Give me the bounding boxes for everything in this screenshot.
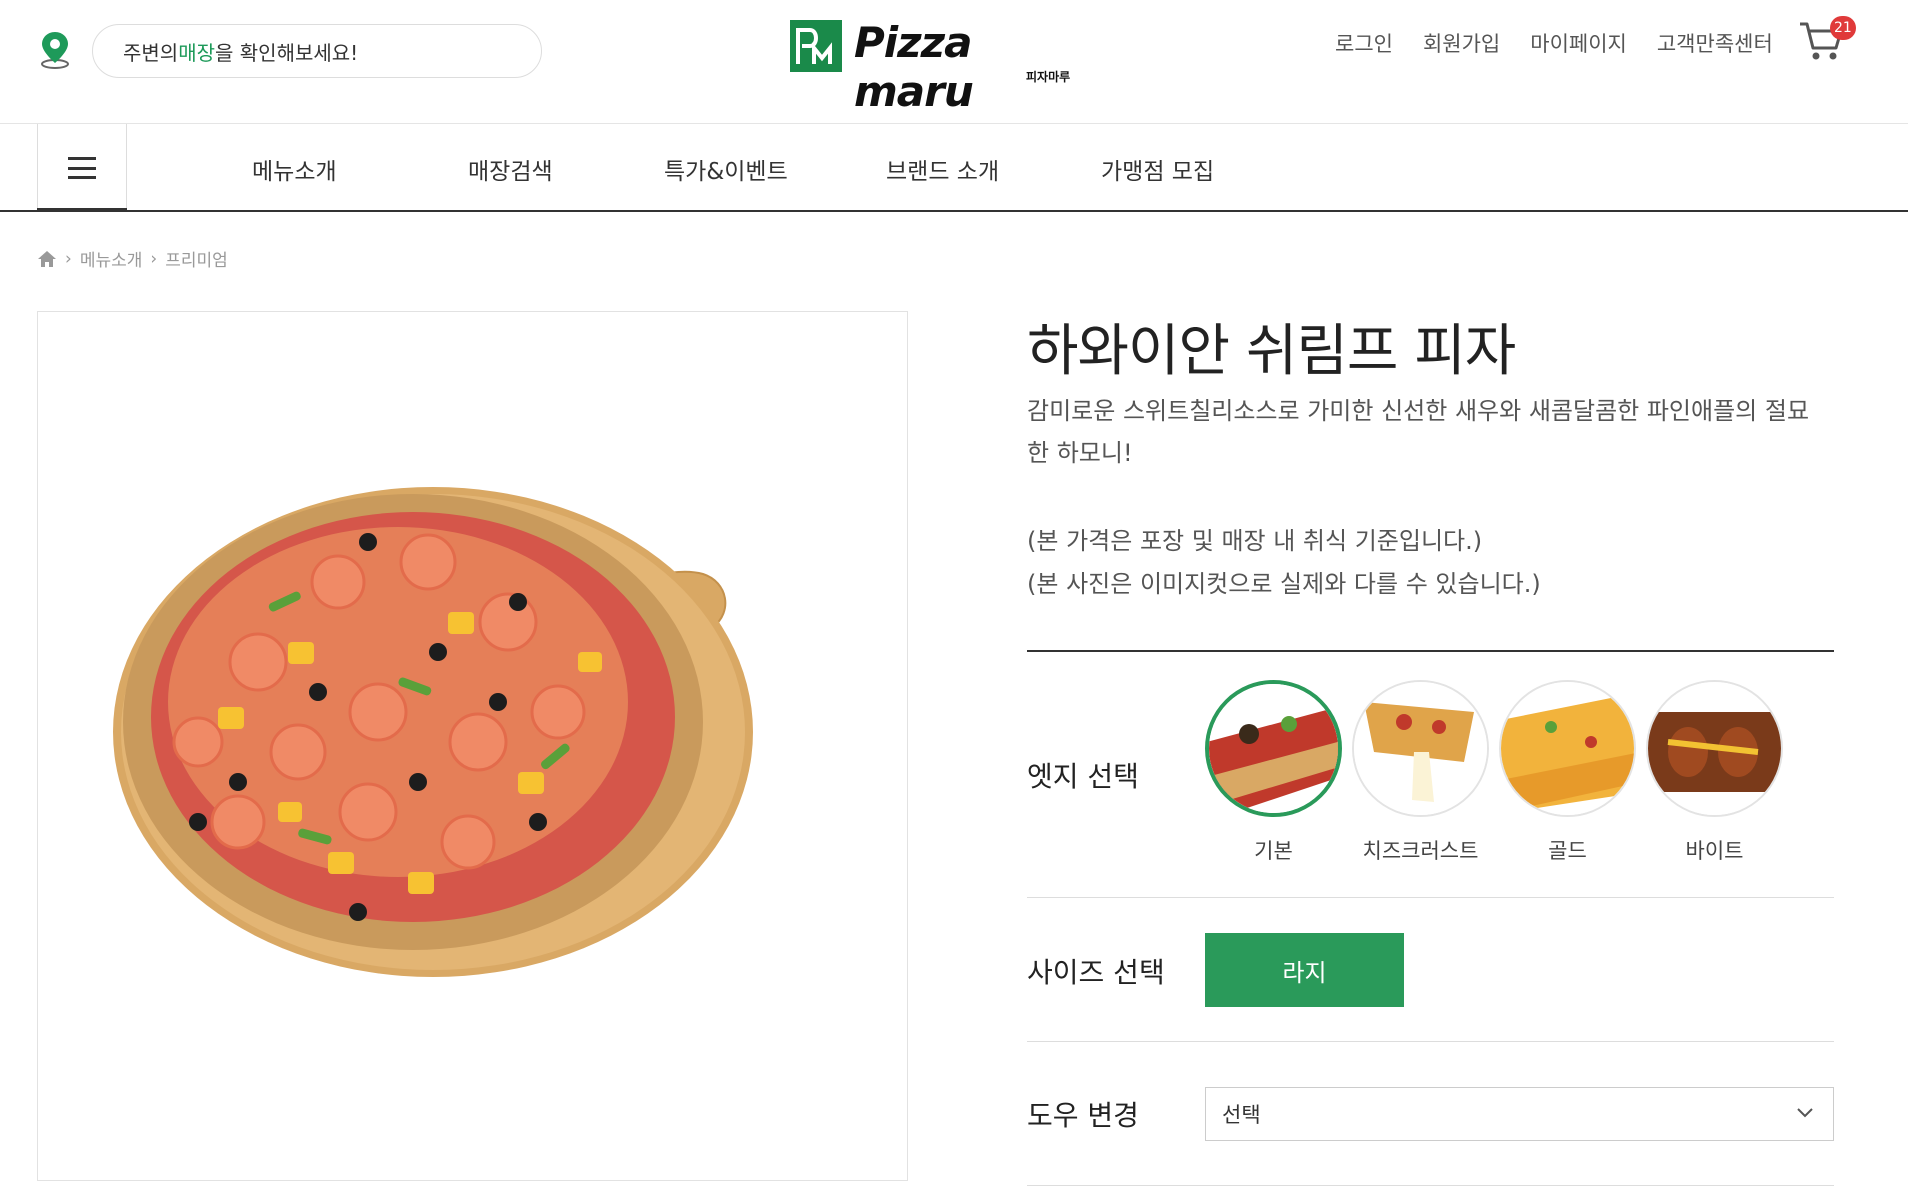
edge-option-basic[interactable]: 기본 — [1205, 680, 1342, 865]
menu-toggle-underline — [37, 208, 127, 212]
nav-item-events[interactable]: 특가&이벤트 — [664, 152, 788, 186]
edge-image-cheese-crust — [1352, 680, 1489, 817]
dough-select[interactable]: 선택 — [1205, 1087, 1834, 1141]
location-pin-icon[interactable] — [38, 30, 72, 70]
store-search-prefix: 주변의 — [123, 40, 179, 65]
edge-label-gold: 골드 — [1548, 839, 1587, 863]
top-links: 로그인 회원가입 마이페이지 고객만족센터 — [1335, 28, 1773, 58]
hamburger-icon — [68, 157, 96, 179]
nav-item-menu[interactable]: 메뉴소개 — [252, 152, 337, 186]
nav-item-brand[interactable]: 브랜드 소개 — [886, 152, 999, 186]
edge-label-bite: 바이트 — [1685, 839, 1744, 863]
logo-text: Pizza maru — [854, 18, 974, 116]
store-search-highlight: 매장 — [178, 40, 216, 65]
store-search-box[interactable]: 주변의 매장 을 확인해보세요! — [92, 24, 542, 78]
logo-subtext: 피자마루 — [1026, 70, 1071, 84]
edge-label: 엣지 선택 — [1027, 760, 1139, 793]
mypage-link[interactable]: 마이페이지 — [1530, 28, 1627, 58]
customer-center-link[interactable]: 고객만족센터 — [1657, 28, 1773, 58]
edge-option-bite[interactable]: 바이트 — [1646, 680, 1783, 865]
section-divider — [1027, 650, 1834, 652]
edge-label-basic: 기본 — [1254, 839, 1293, 863]
product-image — [37, 311, 908, 1181]
chevron-right-icon: › — [65, 248, 72, 269]
size-label: 사이즈 선택 — [1027, 956, 1165, 989]
edge-option-cheese-crust[interactable]: 치즈크러스트 — [1352, 680, 1489, 865]
logo-mark-icon — [790, 20, 842, 72]
size-large-button[interactable]: 라지 — [1205, 933, 1404, 1007]
price-note: (본 가격은 포장 및 매장 내 취식 기준입니다.) — [1027, 527, 1483, 555]
edge-label-cheese-crust: 치즈크러스트 — [1362, 839, 1479, 863]
breadcrumb: › 메뉴소개 › 프리미엄 — [37, 246, 228, 271]
option-divider — [1027, 1185, 1834, 1186]
cart-count-badge: 21 — [1830, 16, 1856, 40]
breadcrumb-item-premium[interactable]: 프리미엄 — [165, 246, 228, 271]
main-nav: 메뉴소개 매장검색 특가&이벤트 브랜드 소개 가맹점 모집 — [0, 123, 1908, 212]
edge-image-basic — [1205, 680, 1342, 817]
option-divider — [1027, 897, 1834, 898]
edge-image-bite — [1646, 680, 1783, 817]
menu-toggle-button[interactable] — [37, 124, 127, 212]
signup-link[interactable]: 회원가입 — [1423, 28, 1500, 58]
edge-option-gold[interactable]: 골드 — [1499, 680, 1636, 865]
chevron-down-icon — [1797, 1108, 1813, 1118]
option-divider — [1027, 1041, 1834, 1042]
site-header: 주변의 매장 을 확인해보세요! Pizza maru 피자마루 로그인 회원가… — [0, 0, 1908, 123]
dough-label: 도우 변경 — [1027, 1099, 1139, 1132]
product-title: 하와이안 쉬림프 피자 — [1027, 319, 1516, 384]
dough-select-value: 선택 — [1222, 1103, 1261, 1127]
brand-logo[interactable]: Pizza maru 피자마루 — [790, 18, 1090, 116]
home-icon[interactable] — [37, 250, 57, 268]
nav-item-franchise[interactable]: 가맹점 모집 — [1101, 152, 1214, 186]
product-notes: (본 가격은 포장 및 매장 내 취식 기준입니다.) (본 사진은 이미지컷으… — [1027, 520, 1541, 606]
store-search-suffix: 을 확인해보세요! — [215, 40, 359, 65]
image-note: (본 사진은 이미지컷으로 실제와 다를 수 있습니다.) — [1027, 570, 1541, 598]
edge-image-gold — [1499, 680, 1636, 817]
breadcrumb-item-menu[interactable]: 메뉴소개 — [80, 246, 143, 271]
nav-item-store-search[interactable]: 매장검색 — [468, 152, 553, 186]
login-link[interactable]: 로그인 — [1335, 28, 1393, 58]
product-description: 감미로운 스위트칠리소스로 가미한 신선한 새우와 새콤달콤한 파인애플의 절묘… — [1027, 397, 1810, 467]
chevron-right-icon: › — [150, 248, 158, 269]
